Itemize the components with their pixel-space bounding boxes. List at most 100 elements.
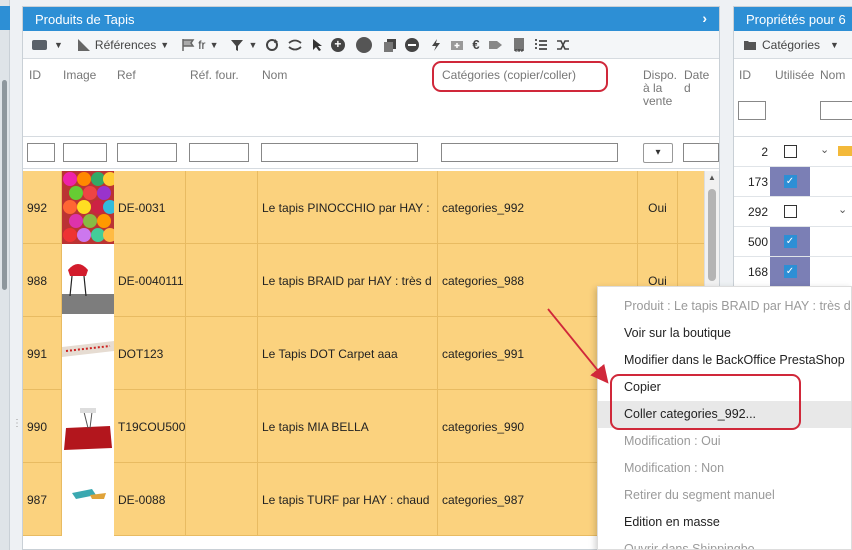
checked-checkbox[interactable]: ✓	[783, 175, 797, 188]
property-id: 168	[747, 265, 768, 279]
cell-nom: Le Tapis DOT Carpet aaa	[258, 317, 438, 390]
cell-nom: Le tapis MIA BELLA	[258, 390, 438, 463]
menu-item-bulk-edit[interactable]: Edition en masse	[598, 509, 851, 536]
property-checkbox-cell[interactable]	[770, 137, 810, 166]
column-header-dispo[interactable]: Dispo. à la vente	[643, 69, 677, 108]
column-header-ref[interactable]: Ref	[117, 69, 136, 82]
product-thumbnail	[62, 171, 117, 244]
menu-item-product-title: Produit : Le tapis BRAID par HAY : très …	[624, 299, 851, 313]
cell-id: 987	[23, 463, 62, 536]
refresh-button[interactable]	[262, 34, 282, 56]
folder-icon	[838, 146, 852, 156]
categories-dropdown-label: Catégories	[762, 37, 821, 52]
references-button[interactable]: Références ▼	[74, 34, 172, 56]
globe-button[interactable]	[353, 34, 378, 56]
scroll-up-arrow-icon[interactable]: ▲	[708, 173, 716, 182]
tag-button[interactable]	[485, 34, 507, 56]
scrollbar-thumb[interactable]	[708, 189, 716, 281]
grid-menu-button[interactable]: ▼	[29, 34, 66, 56]
shuffle-button[interactable]	[553, 34, 573, 56]
filter-nom-input[interactable]	[261, 143, 418, 162]
prop-column-header-nom[interactable]: Nom	[820, 69, 845, 82]
property-checkbox-cell[interactable]: ✓	[770, 257, 810, 286]
column-header-id[interactable]: ID	[29, 69, 41, 82]
caret-down-icon: ▼	[209, 39, 219, 50]
filter-ref-four-input[interactable]	[189, 143, 249, 162]
prop-column-header-utilisee[interactable]: Utilisée	[775, 69, 814, 82]
checked-checkbox[interactable]: ✓	[783, 235, 797, 248]
menu-item-view-shop[interactable]: Voir sur la boutique	[598, 320, 851, 347]
property-row[interactable]: 500 ✓	[734, 227, 852, 257]
property-id: 2	[761, 145, 768, 159]
column-header-nom[interactable]: Nom	[262, 69, 287, 82]
remove-button[interactable]	[402, 34, 425, 56]
products-toolbar: ▼ Références ▼ fr ▼ ▼ + € csv	[23, 31, 719, 59]
references-label: Références	[94, 37, 157, 52]
unchecked-checkbox[interactable]	[783, 205, 797, 218]
add-button[interactable]: +	[328, 34, 351, 56]
select-pointer-button[interactable]	[308, 34, 326, 56]
menu-item-remove-segment: Retirer du segment manuel	[624, 488, 775, 502]
cell-ref-four	[186, 463, 258, 536]
menu-item-edit-backoffice[interactable]: Modifier dans le BackOffice PrestaShop	[598, 347, 851, 374]
filter-categories-input[interactable]	[441, 143, 618, 162]
cell-nom: Le tapis TURF par HAY : chaud	[258, 463, 438, 536]
panel-resizer-handle[interactable]: ⋮	[12, 418, 22, 429]
prop-filter-nom-input[interactable]	[820, 101, 852, 120]
language-button[interactable]: fr ▼	[178, 34, 221, 56]
panel-title: Produits de Tapis	[35, 11, 135, 27]
sync-button[interactable]	[284, 34, 306, 56]
checked-checkbox[interactable]: ✓	[783, 265, 797, 278]
unchecked-checkbox[interactable]	[783, 145, 797, 158]
property-id: 500	[747, 235, 768, 249]
property-checkbox-cell[interactable]	[770, 197, 810, 226]
dispo-header-line-3: vente	[643, 94, 673, 108]
list-button[interactable]	[531, 34, 551, 56]
column-header-image[interactable]: Image	[63, 69, 96, 82]
cell-categories[interactable]: categories_992	[438, 171, 638, 244]
cell-id: 991	[23, 317, 62, 390]
filter-id-input[interactable]	[27, 143, 55, 162]
property-checkbox-cell[interactable]: ✓	[770, 167, 810, 196]
prop-filter-id-input[interactable]	[738, 101, 766, 120]
categories-dropdown[interactable]: Catégories ▼	[740, 34, 842, 56]
expand-chevron-icon[interactable]: ⌄	[820, 143, 829, 156]
property-row[interactable]: 2 ⌄	[734, 137, 852, 167]
left-panel-header	[0, 6, 10, 30]
globe-icon	[356, 36, 373, 53]
folder-plus-icon	[451, 40, 464, 50]
property-row[interactable]: 168 ✓	[734, 257, 852, 287]
filter-image-input[interactable]	[63, 143, 107, 162]
expand-chevron-icon[interactable]: ⌄	[838, 203, 847, 216]
cell-ref-four	[186, 317, 258, 390]
properties-grid-header: ID Utilisée Nom	[734, 59, 852, 137]
filter-ref-input[interactable]	[117, 143, 177, 162]
chevron-right-icon[interactable]: ›	[702, 10, 707, 26]
cell-nom: Le tapis BRAID par HAY : très d	[258, 244, 438, 317]
menu-item-modification-no: Modification : Non	[624, 461, 725, 475]
price-button[interactable]: €	[469, 34, 482, 56]
property-checkbox-cell[interactable]: ✓	[770, 227, 810, 256]
cell-ref: T19COU500	[114, 390, 186, 463]
export-csv-button[interactable]: csv	[509, 34, 529, 56]
property-row[interactable]: 292 ⌄	[734, 197, 852, 227]
prop-column-header-id[interactable]: ID	[739, 69, 751, 82]
property-row[interactable]: 173 ✓	[734, 167, 852, 197]
svg-text:csv: csv	[515, 48, 523, 53]
turf-rug-image	[62, 463, 114, 536]
tag-icon	[488, 40, 502, 49]
quick-action-button[interactable]	[427, 34, 445, 56]
properties-panel-header: Propriétés pour 6	[734, 7, 852, 31]
duplicate-button[interactable]	[380, 34, 400, 56]
cell-ref-four	[186, 244, 258, 317]
filter-dispo-select[interactable]: ▾	[643, 143, 673, 163]
products-panel-header: Produits de Tapis ›	[23, 7, 719, 31]
column-header-date[interactable]: Date d	[684, 69, 719, 95]
filter-date-input[interactable]	[683, 143, 719, 162]
filter-button[interactable]: ▼	[227, 34, 260, 56]
product-thumbnail	[62, 244, 114, 317]
table-row[interactable]: 992 DE-0031 Le tapis PINOCCHIO par HAY :…	[23, 171, 707, 244]
column-header-ref-four[interactable]: Réf. four.	[190, 69, 239, 82]
add-folder-button[interactable]	[447, 34, 467, 56]
left-scrollbar[interactable]	[2, 80, 7, 290]
